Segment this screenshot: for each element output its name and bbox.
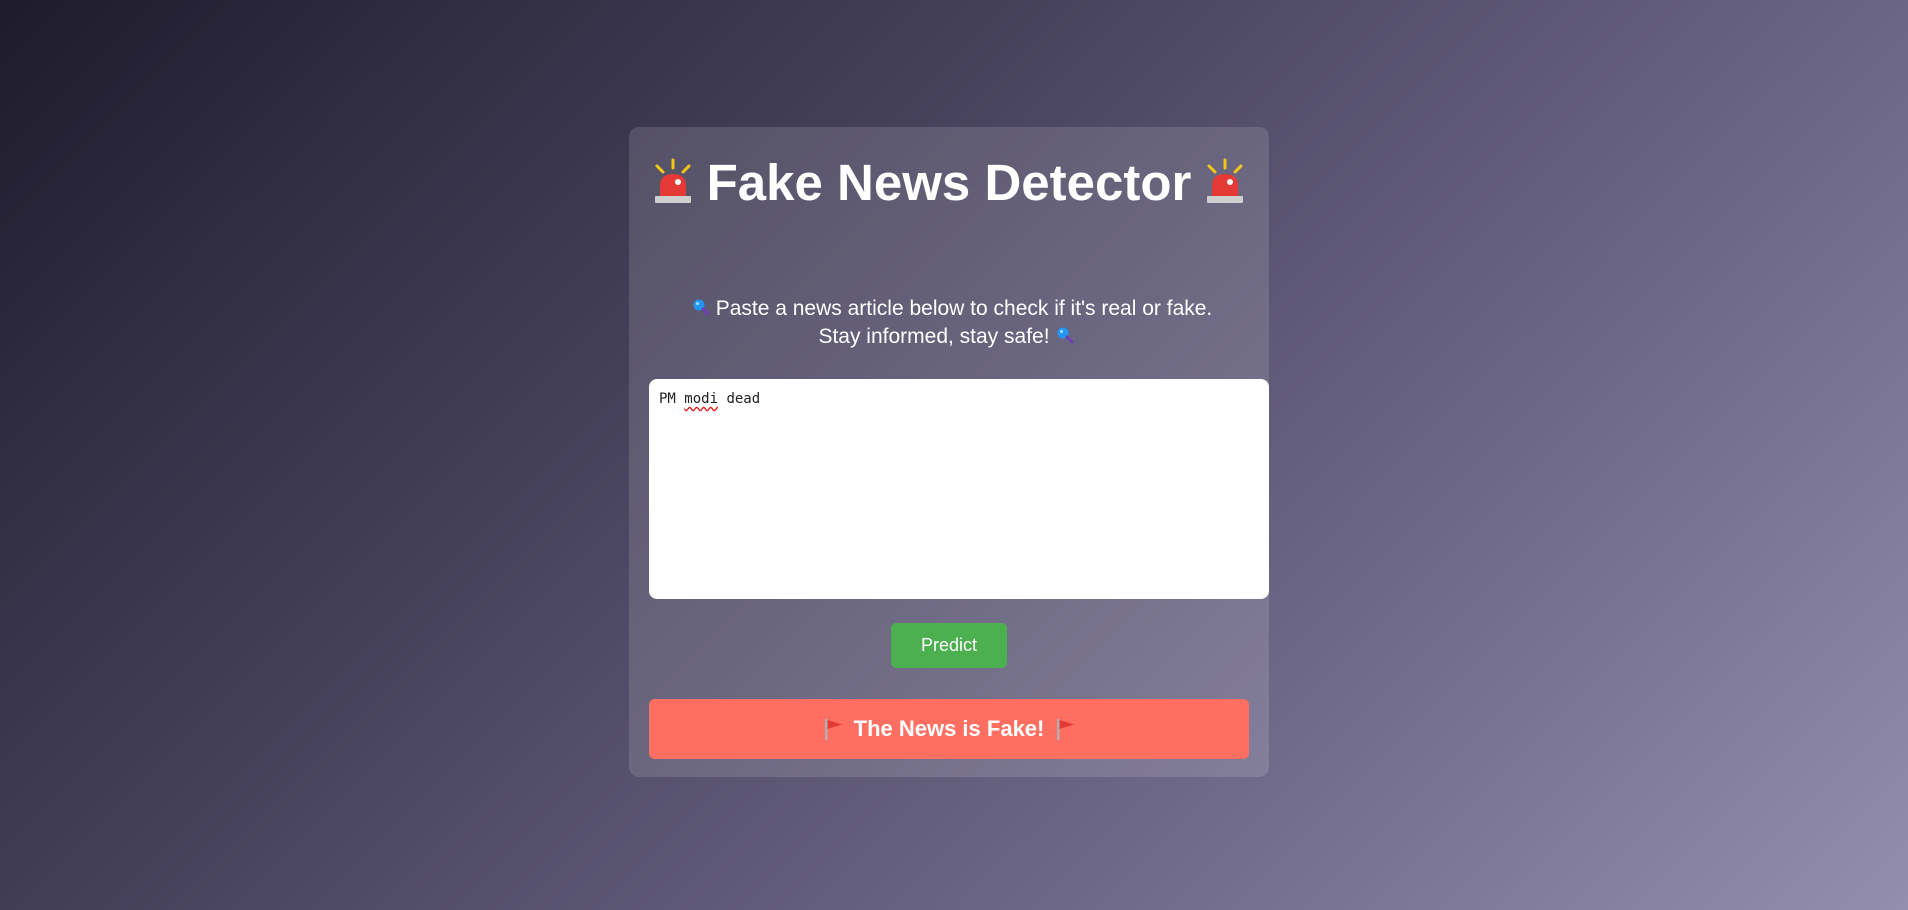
police-car-light-icon [654, 158, 691, 203]
red-flag-icon [824, 719, 842, 740]
magnifying-glass-icon [1057, 327, 1074, 344]
detector-card: Fake News Detector Paste a news article … [629, 127, 1269, 777]
page-title: Fake News Detector [629, 151, 1269, 215]
subtitle: Paste a news article below to check if i… [669, 295, 1229, 351]
result-text: The News is Fake! [853, 716, 1045, 741]
magnifying-glass-icon [693, 299, 710, 316]
predict-button[interactable]: Predict [891, 623, 1007, 668]
article-text: PM modi dead [659, 391, 761, 407]
result-banner: The News is Fake! [649, 699, 1249, 759]
police-car-light-icon [1207, 158, 1244, 203]
subtitle-text: Paste a news article below to check if i… [715, 297, 1213, 348]
red-flag-icon [1057, 719, 1075, 740]
title-text: Fake News Detector [706, 154, 1192, 211]
news-article-textarea[interactable]: PM modi dead [649, 379, 1269, 599]
